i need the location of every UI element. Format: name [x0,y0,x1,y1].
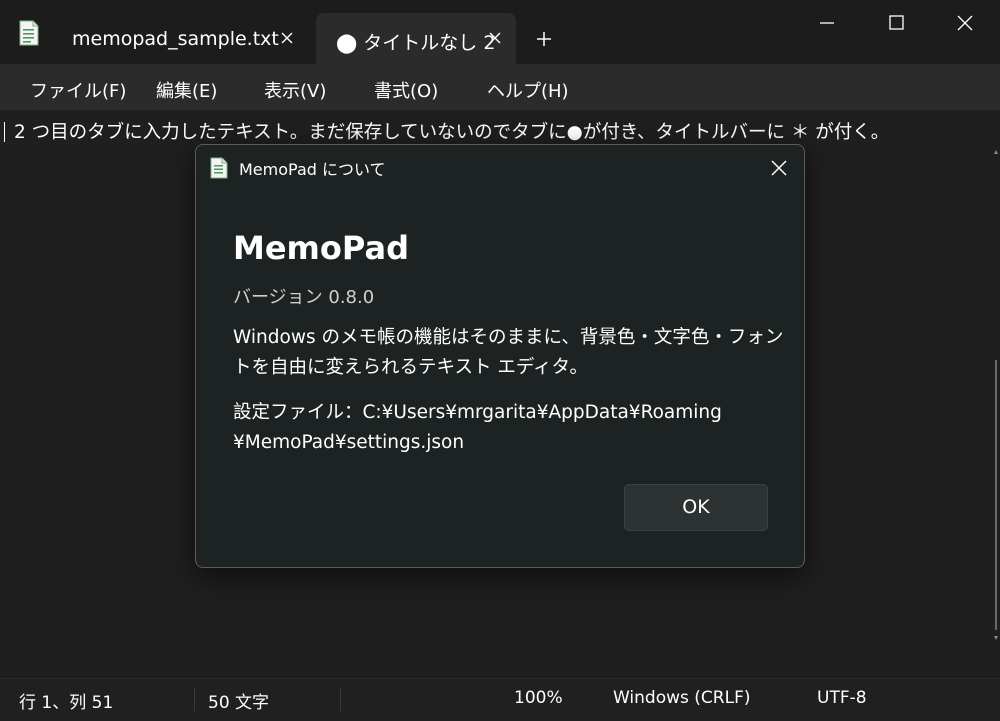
tab-label: memopad_sample.txt [72,28,279,50]
app-description: Windows のメモ帳の機能はそのままに、背景色・文字色・フォン トを自由に変… [233,323,784,383]
text-caret [4,122,5,142]
status-bar: 行 1、列 51 50 文字 100% Windows (CRLF) UTF-8 [0,678,1000,721]
tab-memopad-sample[interactable]: memopad_sample.txt [55,13,310,64]
zoom-level[interactable]: 100% [514,688,563,708]
close-icon[interactable] [947,8,983,38]
menu-bar: ファイル(F) 編集(E) 表示(V) 書式(O) ヘルプ(H) [0,64,1000,110]
editor-content: 2 つ目のタブに入力したテキスト。まだ保存していないのでタブに●が付き、タイトル… [14,122,890,143]
title-bar: memopad_sample.txt ⬤ タイトルなし 2 [0,0,1000,64]
status-divider [194,687,195,711]
maximize-icon[interactable] [878,8,914,38]
vertical-scrollbar[interactable] [992,110,1000,678]
description-line: Windows のメモ帳の機能はそのままに、背景色・文字色・フォン [233,327,784,348]
cursor-position: 行 1、列 51 [19,693,114,713]
menu-view[interactable]: 表示(V) [264,77,326,103]
menu-edit[interactable]: 編集(E) [156,77,217,103]
line-ending[interactable]: Windows (CRLF) [613,688,751,708]
tab-untitled-2[interactable]: ⬤ タイトルなし 2 [316,13,516,64]
plus-icon[interactable] [532,27,556,51]
ok-button[interactable]: OK [624,484,768,531]
description-line: トを自由に変えられるテキスト エディタ。 [233,357,588,378]
notepad-icon [19,20,39,46]
dialog-title: MemoPad について [239,160,386,179]
menu-file[interactable]: ファイル(F) [30,77,126,103]
close-tab-icon[interactable] [486,29,504,47]
app-version: バージョン 0.8.0 [233,287,375,308]
settings-path-line: 設定ファイル：C:¥Users¥mrgarita¥AppData¥Roaming [233,402,722,423]
close-icon[interactable] [768,157,790,179]
app-name: MemoPad [233,229,409,267]
about-dialog: MemoPad について MemoPad バージョン 0.8.0 Windows… [195,144,805,568]
menu-help[interactable]: ヘルプ(H) [487,77,569,103]
notepad-icon [210,157,228,179]
minimize-icon[interactable] [809,8,845,38]
status-divider [340,687,341,711]
character-count: 50 文字 [208,693,270,713]
settings-path-line: ¥MemoPad¥settings.json [233,432,465,453]
settings-file-path: 設定ファイル：C:¥Users¥mrgarita¥AppData¥Roaming… [233,398,773,458]
encoding[interactable]: UTF-8 [817,688,867,708]
tab-label: ⬤ タイトルなし 2 [336,32,496,54]
menu-format[interactable]: 書式(O) [374,77,438,103]
close-tab-icon[interactable] [278,29,296,47]
